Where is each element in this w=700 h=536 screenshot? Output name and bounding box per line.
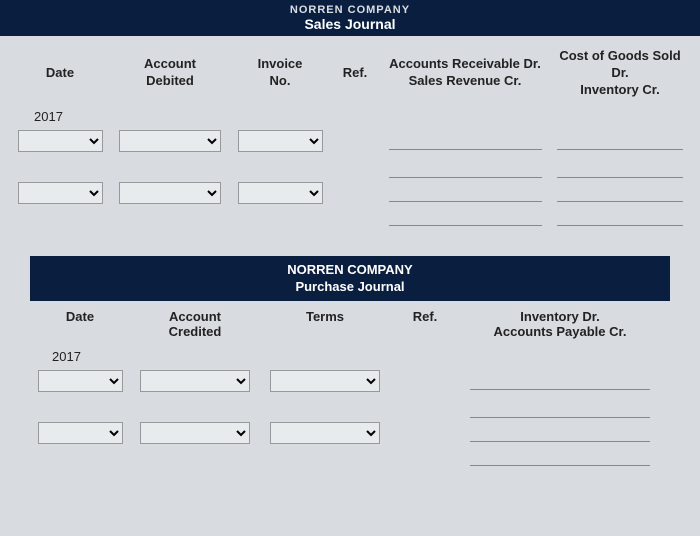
purchase-terms-select[interactable] <box>270 370 381 392</box>
sales-invoice-select[interactable] <box>238 130 323 152</box>
sales-cogs-input[interactable] <box>557 132 683 150</box>
purchase-title: Purchase Journal <box>30 278 670 296</box>
sales-ar-input[interactable] <box>389 132 542 150</box>
sales-account-select[interactable] <box>119 130 221 152</box>
header-invoice-no: Invoice No. <box>230 56 330 90</box>
header-cogs-inv: Cost of Goods Sold Dr. Inventory Cr. <box>550 48 690 99</box>
sales-journal-section: Date Account Debited Invoice No. Ref. Ac… <box>0 36 700 248</box>
sales-rows <box>10 130 690 228</box>
purchase-inv-input[interactable] <box>470 372 650 390</box>
purchase-inv-input[interactable] <box>470 400 650 418</box>
purchase-account-select[interactable] <box>140 370 251 392</box>
purchase-journal-header: NORREN COMPANY Purchase Journal <box>30 256 670 301</box>
sales-invoice-select[interactable] <box>238 182 323 204</box>
sales-ar-input[interactable] <box>389 208 542 226</box>
header-account-credited: Account Credited <box>130 309 260 339</box>
header-account-debited: Account Debited <box>110 56 230 90</box>
purchase-column-headers: Date Account Credited Terms Ref. Invento… <box>30 301 670 349</box>
purchase-date-select[interactable] <box>38 422 123 444</box>
purchase-rows <box>30 370 670 468</box>
header-ref: Ref. <box>330 65 380 82</box>
sales-ar-input[interactable] <box>389 160 542 178</box>
purchase-terms-select[interactable] <box>270 422 381 444</box>
header-terms: Terms <box>260 309 390 339</box>
purchase-inv-input[interactable] <box>470 424 650 442</box>
sales-cogs-input[interactable] <box>557 160 683 178</box>
sales-company: NORREN COMPANY <box>0 4 700 16</box>
header-ar-sr: Accounts Receivable Dr. Sales Revenue Cr… <box>380 56 550 90</box>
purchase-account-select[interactable] <box>140 422 251 444</box>
sales-journal-header: NORREN COMPANY Sales Journal <box>0 0 700 36</box>
sales-year: 2017 <box>10 109 690 124</box>
sales-account-select[interactable] <box>119 182 221 204</box>
sales-ar-input[interactable] <box>389 184 542 202</box>
header-ref: Ref. <box>390 309 460 339</box>
header-date: Date <box>30 309 130 339</box>
sales-cogs-input[interactable] <box>557 184 683 202</box>
sales-column-headers: Date Account Debited Invoice No. Ref. Ac… <box>10 42 690 109</box>
sales-cogs-input[interactable] <box>557 208 683 226</box>
header-inv-ap: Inventory Dr. Accounts Payable Cr. <box>460 309 660 339</box>
purchase-journal-section: NORREN COMPANY Purchase Journal Date Acc… <box>30 256 670 468</box>
purchase-inv-input[interactable] <box>470 448 650 466</box>
purchase-date-select[interactable] <box>38 370 123 392</box>
purchase-company: NORREN COMPANY <box>30 261 670 279</box>
sales-title: Sales Journal <box>0 16 700 32</box>
sales-date-select[interactable] <box>18 130 103 152</box>
header-date: Date <box>10 65 110 82</box>
sales-date-select[interactable] <box>18 182 103 204</box>
purchase-year: 2017 <box>30 349 670 364</box>
